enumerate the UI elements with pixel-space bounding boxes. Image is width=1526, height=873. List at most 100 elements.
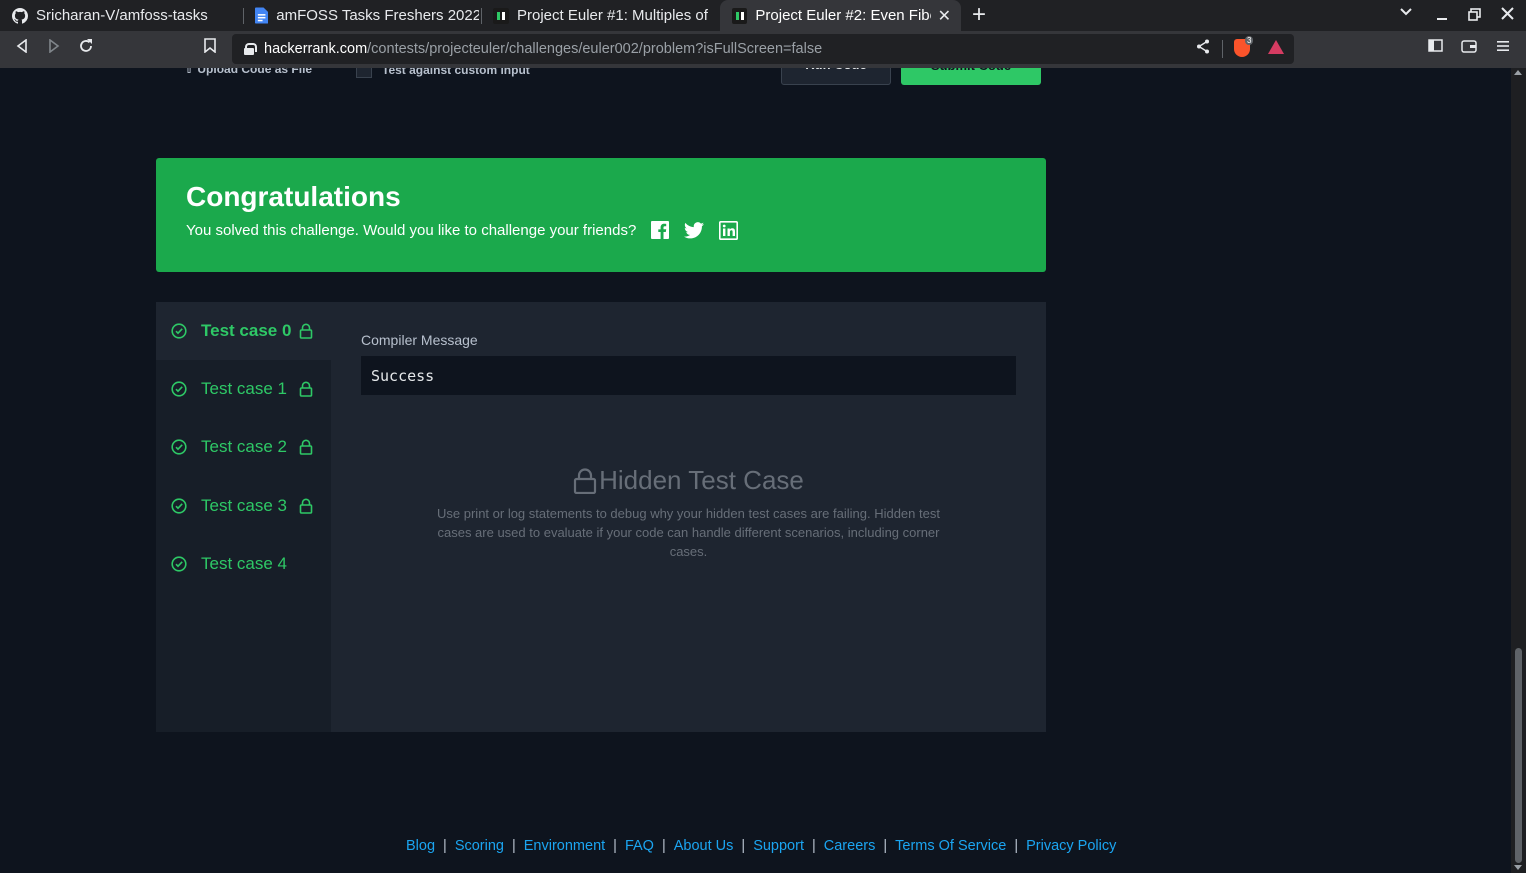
custom-input-toggle[interactable]: Test against custom input (356, 68, 530, 78)
browser-toolbar: hackerrank.com/contests/projecteuler/cha… (0, 31, 1526, 68)
hackerrank-icon (732, 7, 748, 24)
hidden-test-case-description: Use print or log statements to debug why… (437, 506, 940, 559)
test-case-detail: Compiler Message Success Hidden Test Cas… (361, 332, 1016, 559)
close-tab-icon[interactable]: ✕ (938, 6, 951, 26)
restore-window-icon[interactable] (1468, 8, 1481, 26)
custom-input-label: Test against custom input (382, 68, 530, 77)
upload-code-link[interactable]: ⇧ Upload Code as File (184, 68, 312, 76)
url-path: /contests/projecteuler/challenges/euler0… (367, 41, 823, 57)
test-case-tab-2[interactable]: Test case 2 (156, 418, 331, 476)
lock-icon (299, 381, 313, 397)
test-case-tab-0[interactable]: Test case 0 (156, 302, 331, 360)
footer-link-privacy[interactable]: Privacy Policy (1026, 838, 1116, 854)
page-content: ⇧ Upload Code as File Test against custo… (0, 68, 1511, 873)
footer-separator: | (443, 838, 447, 854)
browser-tab-amfoss-doc[interactable]: amFOSS Tasks Freshers 2022 - (243, 0, 479, 31)
share-row: You solved this challenge. Would you lik… (186, 220, 1016, 240)
check-circle-icon (171, 323, 187, 339)
footer-link-scoring[interactable]: Scoring (455, 838, 504, 854)
url-host: hackerrank.com (264, 41, 368, 57)
test-case-list: Test case 0 Test case 1 Test case 2 Test… (156, 302, 331, 732)
tab-search-chevron-icon[interactable] (1399, 5, 1413, 24)
compiler-message-label: Compiler Message (361, 332, 478, 348)
lock-icon (299, 498, 313, 514)
linkedin-icon[interactable] (718, 220, 738, 240)
reload-button[interactable] (74, 38, 98, 59)
check-circle-icon (171, 381, 187, 397)
footer-separator: | (1014, 838, 1019, 854)
footer-separator: | (811, 838, 816, 854)
browser-tab-bar: Sricharan-V/amfoss-tasks amFOSS Tasks Fr… (0, 0, 1526, 31)
lock-icon (574, 467, 597, 494)
hidden-test-case-notice: Hidden Test Case Use print or log statem… (361, 465, 1016, 561)
run-code-button[interactable]: Run Code (781, 68, 891, 85)
footer-link-blog[interactable]: Blog (406, 838, 435, 854)
test-case-label: Test case 1 (201, 379, 287, 398)
hidden-test-case-heading: Hidden Test Case (361, 465, 1016, 496)
scroll-up-arrow-icon[interactable] (1514, 70, 1522, 75)
scrollbar-thumb[interactable] (1515, 648, 1522, 863)
test-results-panel: Test case 0 Test case 1 Test case 2 Test… (156, 302, 1046, 732)
brave-rewards-icon[interactable] (1268, 40, 1284, 54)
footer-separator: | (883, 838, 888, 854)
test-case-label: Test case 4 (201, 554, 287, 573)
test-case-label: Test case 0 (201, 321, 292, 340)
compiler-message-output: Success (361, 356, 1016, 395)
hackerrank-icon (493, 7, 509, 24)
test-case-label: Test case 2 (201, 437, 287, 456)
sidebar-toggle-icon[interactable] (1428, 39, 1443, 56)
test-case-tab-4[interactable]: Test case 4 (156, 535, 331, 593)
facebook-icon[interactable] (650, 220, 670, 240)
google-docs-icon (255, 7, 269, 24)
share-icon[interactable] (1196, 39, 1210, 58)
new-tab-button[interactable]: + (972, 2, 986, 28)
check-circle-icon (171, 556, 187, 572)
footer-separator: | (511, 838, 516, 854)
footer-separator: | (741, 838, 746, 854)
back-button[interactable] (10, 38, 34, 58)
toolbar-divider (1222, 40, 1223, 58)
upload-label: Upload Code as File (197, 68, 313, 76)
footer-link-about-us[interactable]: About Us (674, 838, 734, 854)
close-window-icon[interactable] (1501, 7, 1514, 25)
menu-icon[interactable] (1497, 39, 1509, 56)
browser-tab-github[interactable]: Sricharan-V/amfoss-tasks (0, 0, 242, 31)
twitter-icon[interactable] (684, 220, 705, 240)
browser-tab-euler-1[interactable]: Project Euler #1: Multiples of (481, 0, 719, 31)
check-circle-icon (171, 498, 187, 514)
footer-link-environment[interactable]: Environment (524, 838, 605, 854)
forward-button[interactable] (42, 38, 66, 58)
address-bar[interactable]: hackerrank.com/contests/projecteuler/cha… (232, 34, 1294, 64)
upload-icon: ⇧ (184, 68, 198, 76)
lock-icon (244, 43, 257, 55)
minimize-window-icon[interactable] (1436, 8, 1448, 26)
lock-icon (299, 323, 313, 339)
congratulations-banner: Congratulations You solved this challeng… (156, 158, 1046, 272)
test-case-tab-1[interactable]: Test case 1 (156, 360, 331, 418)
custom-input-checkbox[interactable] (356, 68, 372, 78)
footer-link-faq[interactable]: FAQ (625, 838, 654, 854)
footer-separator: | (613, 838, 617, 854)
lock-icon (299, 439, 313, 455)
submit-code-button[interactable]: Submit Code (901, 68, 1041, 85)
check-circle-icon (171, 439, 187, 455)
scroll-down-arrow-icon[interactable] (1514, 865, 1522, 870)
tab-title: Sricharan-V/amfoss-tasks (36, 7, 208, 24)
footer-separator: | (661, 838, 666, 854)
tab-title: Project Euler #1: Multiples of (517, 7, 708, 24)
wallet-icon[interactable] (1461, 39, 1477, 57)
footer-links: Blog | Scoring | Environment | FAQ | About U… (406, 838, 1116, 854)
bookmark-icon[interactable] (198, 38, 222, 58)
tab-title: amFOSS Tasks Freshers 2022 - (276, 7, 479, 24)
browser-tab-euler-2[interactable]: Project Euler #2: Even Fibo ✕ (720, 0, 961, 31)
github-icon (12, 7, 28, 24)
footer-link-careers[interactable]: Careers (824, 838, 876, 854)
test-case-tab-3[interactable]: Test case 3 (156, 477, 331, 535)
page-scrollbar[interactable] (1511, 68, 1526, 873)
footer-link-terms[interactable]: Terms Of Service (895, 838, 1006, 854)
footer-link-support[interactable]: Support (753, 838, 804, 854)
congratulations-message: You solved this challenge. Would you lik… (186, 221, 637, 239)
hidden-test-case-title: Hidden Test Case (599, 465, 804, 495)
tab-title: Project Euler #2: Even Fibo (755, 7, 931, 24)
test-case-label: Test case 3 (201, 496, 287, 515)
